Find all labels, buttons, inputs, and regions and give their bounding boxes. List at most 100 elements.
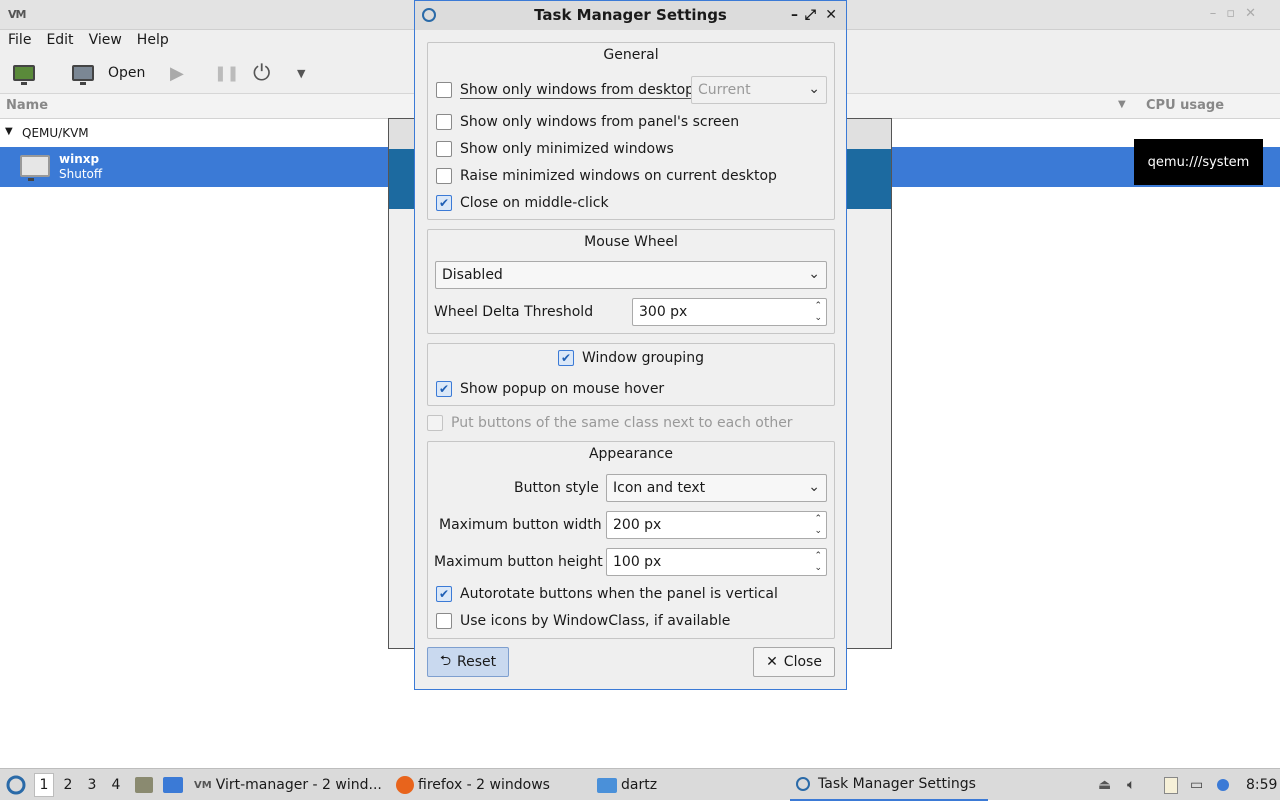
tray-network-icon[interactable]: ▭ [1190,769,1203,801]
undo-icon: ⮌ [439,653,452,669]
max-width-spinbox[interactable]: 200 px ⌃ ⌄ [606,511,827,539]
desktop-switcher: 1 2 3 4 [34,769,126,801]
raise-minimized-label: Raise minimized windows on current deskt… [460,168,777,184]
button-style-value: Icon and text [613,480,706,496]
tray-eject-icon[interactable]: ⏏ [1098,769,1111,801]
chevron-down-icon: ⌄ [808,479,820,495]
open-label: Open [108,65,146,81]
autorotate-label: Autorotate buttons when the panel is ver… [460,586,778,602]
desktop-icon [163,777,183,793]
max-height-label: Maximum button height [434,554,603,570]
popup-hover-option[interactable]: Show popup on mouse hover [436,378,664,400]
window-controls[interactable]: –▫✕ [1210,6,1266,21]
button-style-combo[interactable]: Icon and text ⌄ [606,474,827,502]
power-menu-chevron-icon[interactable]: ▼ [297,60,305,86]
autorotate-checkbox[interactable] [436,586,452,602]
chevron-down-icon: ⌄ [808,266,820,282]
close-label: Close [783,654,822,670]
menu-edit[interactable]: Edit [38,30,80,48]
power-icon[interactable]: ⏻ [253,60,270,86]
show-desktop-windows-label: Show only windows from desktop [460,81,695,99]
mouse-wheel-combo[interactable]: Disabled ⌄ [435,261,827,289]
same-class-checkbox [427,415,443,431]
close-button[interactable]: ✕ Close [753,647,835,677]
desktop-1[interactable]: 1 [34,773,54,797]
desktop-combo-value: Current [698,82,751,98]
reset-label: Reset [457,654,497,670]
maximize-icon[interactable]: ⤢ [805,1,816,30]
popup-hover-checkbox[interactable] [436,381,452,397]
main-menu-button[interactable] [5,769,27,801]
run-icon[interactable]: ▶ [170,60,184,86]
new-vm-icon [13,65,35,85]
file-cabinet-icon [135,777,153,793]
use-icons-option[interactable]: Use icons by WindowClass, if available [436,610,730,632]
column-name[interactable]: Name [6,98,48,113]
tray-clipboard-icon[interactable] [1164,769,1178,801]
task-dartz[interactable]: dartz [597,769,657,801]
tray-volume-icon[interactable]: 🔈︎ [1127,769,1135,801]
desktop-2[interactable]: 2 [58,777,78,793]
show-minimized-checkbox[interactable] [436,141,452,157]
menu-view[interactable]: View [81,30,129,48]
mouse-wheel-title: Mouse Wheel [584,234,678,250]
task-task-manager-settings[interactable]: Task Manager Settings [790,769,988,801]
show-desktop-windows-option[interactable]: Show only windows from desktop [436,79,695,101]
close-middle-label: Close on middle-click [460,195,609,211]
wheel-threshold-spinbox[interactable]: 300 px ⌃ ⌄ [632,298,827,326]
menu-file[interactable]: File [0,30,38,48]
window-grouping-checkbox[interactable] [558,350,574,366]
wheel-threshold-value: 300 px [639,304,688,320]
spin-arrows-icon[interactable]: ⌃ ⌄ [814,300,822,324]
dialog-title: Task Manager Settings [534,6,727,24]
virt-manager-icon: VM [8,8,26,21]
monitor-icon [72,65,94,85]
show-desktop-launcher[interactable] [163,769,183,801]
firefox-icon [396,776,414,794]
window-grouping-option[interactable]: Window grouping [558,347,704,369]
use-icons-checkbox[interactable] [436,613,452,629]
max-width-label: Maximum button width [439,517,602,533]
new-vm-button[interactable] [13,60,35,86]
close-icon[interactable]: ✕ [825,1,837,30]
button-style-label: Button style [514,480,599,496]
show-panel-screen-checkbox[interactable] [436,114,452,130]
max-height-spinbox[interactable]: 100 px ⌃ ⌄ [606,548,827,576]
folder-icon [597,777,617,793]
vm-monitor-icon [20,155,50,181]
show-minimized-option[interactable]: Show only minimized windows [436,138,674,160]
chevron-down-icon: ⌄ [808,81,820,97]
column-dropdown-icon[interactable]: ▼ [1118,99,1126,110]
column-cpu[interactable]: CPU usage [1146,98,1224,113]
expander-icon[interactable]: ▼ [5,126,13,137]
file-manager-launcher[interactable] [135,769,153,801]
grouping-group: Window grouping Show popup on mouse hove… [427,343,835,406]
spin-arrows-icon[interactable]: ⌃ ⌄ [814,550,822,574]
pause-icon[interactable]: ❚❚ [214,60,239,86]
close-middle-option[interactable]: Close on middle-click [436,192,609,214]
taskbar: 1 2 3 4 VM Virt-manager - 2 wind... fire… [0,768,1280,801]
open-button[interactable]: Open [72,60,145,86]
raise-minimized-option[interactable]: Raise minimized windows on current deskt… [436,165,777,187]
tray-update-icon[interactable] [1217,769,1229,801]
reset-button[interactable]: ⮌ Reset [427,647,509,677]
raise-minimized-checkbox[interactable] [436,168,452,184]
general-group: General Show only windows from desktop C… [427,42,835,220]
task-firefox[interactable]: firefox - 2 windows [396,769,550,801]
close-middle-checkbox[interactable] [436,195,452,211]
task-virt-manager[interactable]: VM Virt-manager - 2 wind... [194,769,382,801]
show-panel-screen-option[interactable]: Show only windows from panel's screen [436,111,739,133]
show-desktop-windows-checkbox[interactable] [436,82,452,98]
virt-manager-icon: VM [194,779,212,791]
menu-help[interactable]: Help [129,30,176,48]
desktop-4[interactable]: 4 [106,777,126,793]
task-dartz-label: dartz [621,777,658,793]
popup-hover-label: Show popup on mouse hover [460,381,665,397]
autorotate-option[interactable]: Autorotate buttons when the panel is ver… [436,583,778,605]
desktop-3[interactable]: 3 [82,777,102,793]
lxqt-menu-icon [6,775,26,795]
desktop-combo[interactable]: Current ⌄ [691,76,827,104]
spin-arrows-icon[interactable]: ⌃ ⌄ [814,513,822,537]
clock[interactable]: 8:59 [1246,769,1277,801]
minimize-icon[interactable]: – [791,1,798,30]
